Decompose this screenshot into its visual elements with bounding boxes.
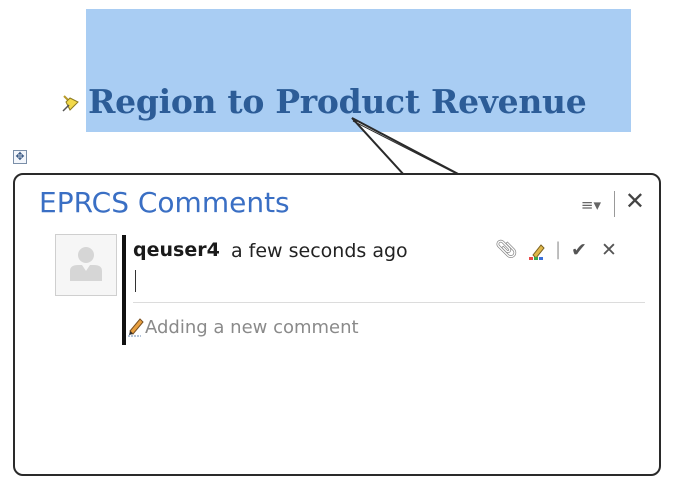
comment-divider xyxy=(133,302,645,303)
paperclip-icon[interactable]: 📎︎ xyxy=(495,239,518,260)
avatar xyxy=(55,234,117,296)
highlighter-icon[interactable] xyxy=(527,241,549,261)
comment-text-input[interactable] xyxy=(135,270,136,292)
comment-focus-bar xyxy=(122,235,126,345)
actions-separator: | xyxy=(555,239,562,260)
toolbar-separator xyxy=(614,191,615,217)
comment-timestamp: a few seconds ago xyxy=(231,240,408,262)
comment-actions: 📎︎ | ✔ ✕ xyxy=(485,239,645,263)
comments-panel: EPRCS Comments ≡▾ ✕ qeuser4 a few second… xyxy=(13,173,661,476)
user-silhouette-icon xyxy=(70,247,102,281)
comment-author: qeuser4 xyxy=(133,239,220,261)
panel-title: EPRCS Comments xyxy=(39,186,290,219)
close-icon[interactable]: ✕ xyxy=(625,189,645,213)
add-new-comment-link[interactable]: Adding a new comment xyxy=(145,317,359,338)
checkmark-icon[interactable]: ✔ xyxy=(571,239,587,261)
pencil-icon xyxy=(128,318,144,337)
close-icon[interactable]: ✕ xyxy=(601,239,617,261)
hamburger-dropdown-icon[interactable]: ≡▾ xyxy=(581,196,601,214)
